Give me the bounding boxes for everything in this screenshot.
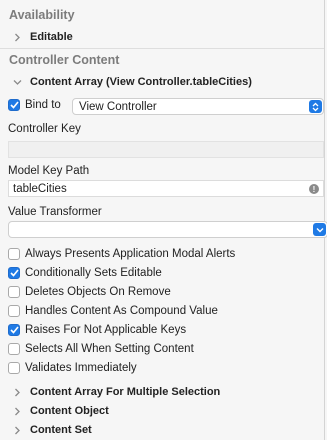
disclosure-editable-label: Editable — [30, 31, 73, 43]
panel-edge-divider — [324, 0, 325, 440]
disclosure-collapsed-group[interactable]: Content Set — [10, 423, 92, 437]
value-transformer-label: Value Transformer — [8, 206, 102, 218]
disclosure-editable[interactable]: Editable — [10, 30, 73, 44]
option-row[interactable]: Selects All When Setting Content — [8, 343, 194, 355]
option-label: Validates Immediately — [25, 362, 137, 374]
chevron-right-icon — [10, 30, 24, 44]
option-row[interactable]: Raises For Not Applicable Keys — [8, 324, 186, 336]
bindings-inspector-panel: Availability Editable Controller Content… — [0, 0, 327, 440]
model-key-path-value: tableCities — [13, 182, 67, 195]
option-row[interactable]: Deletes Objects On Remove — [8, 286, 171, 298]
checkmark-icon — [9, 101, 19, 109]
option-label: Raises For Not Applicable Keys — [25, 324, 187, 336]
option-checkbox[interactable] — [8, 324, 20, 336]
disclosure-collapsed-group-label: Content Object — [30, 405, 109, 417]
section-header-availability: Availability — [9, 8, 75, 22]
disclosure-collapsed-group[interactable]: Content Array For Multiple Selection — [10, 385, 220, 399]
chevron-right-icon — [10, 404, 24, 418]
chevron-down-icon — [10, 75, 24, 89]
option-label: Conditionally Sets Editable — [25, 267, 162, 279]
model-key-path-label: Model Key Path — [8, 165, 90, 177]
controller-key-label: Controller Key — [8, 123, 81, 135]
disclosure-content-array-label: Content Array (View Controller.tableCiti… — [30, 76, 252, 88]
up-down-arrows-icon — [309, 100, 322, 113]
warning-icon: ! — [309, 184, 319, 194]
option-row[interactable]: Conditionally Sets Editable — [8, 267, 162, 279]
option-label: Always Presents Application Modal Alerts — [25, 248, 236, 260]
bind-to-popup-value: View Controller — [79, 100, 157, 113]
bind-to-label: Bind to — [25, 99, 61, 111]
chevron-right-icon — [10, 423, 24, 437]
disclosure-collapsed-group-label: Content Array For Multiple Selection — [30, 386, 221, 398]
option-label: Handles Content As Compound Value — [25, 305, 218, 317]
model-key-path-field[interactable]: tableCities ! — [8, 180, 324, 197]
chevron-right-icon — [10, 385, 24, 399]
option-checkbox[interactable] — [8, 305, 20, 317]
bind-to-checkbox[interactable] — [8, 99, 20, 111]
option-row[interactable]: Validates Immediately — [8, 362, 137, 374]
value-transformer-popup[interactable] — [8, 221, 327, 238]
disclosure-collapsed-group-label: Content Set — [30, 424, 92, 436]
disclosure-collapsed-group[interactable]: Content Object — [10, 404, 109, 418]
option-row[interactable]: Always Presents Application Modal Alerts — [8, 248, 235, 260]
disclosure-content-array[interactable]: Content Array (View Controller.tableCiti… — [10, 75, 252, 89]
checkmark-icon — [9, 269, 19, 277]
option-checkbox[interactable] — [8, 362, 20, 374]
option-row[interactable]: Handles Content As Compound Value — [8, 305, 218, 317]
option-checkbox[interactable] — [8, 343, 20, 355]
controller-key-field[interactable] — [8, 141, 324, 158]
option-label: Deletes Objects On Remove — [25, 286, 171, 298]
option-checkbox[interactable] — [8, 286, 20, 298]
section-header-controller-content: Controller Content — [9, 53, 120, 67]
chevron-down-icon — [313, 223, 326, 236]
option-label: Selects All When Setting Content — [25, 343, 194, 355]
option-checkbox[interactable] — [8, 248, 20, 260]
checkmark-icon — [9, 326, 19, 334]
bind-to-popup[interactable]: View Controller — [72, 98, 324, 115]
option-checkbox[interactable] — [8, 267, 20, 279]
bind-to-checkbox-row[interactable]: Bind to — [8, 99, 61, 111]
section-divider — [0, 48, 324, 49]
